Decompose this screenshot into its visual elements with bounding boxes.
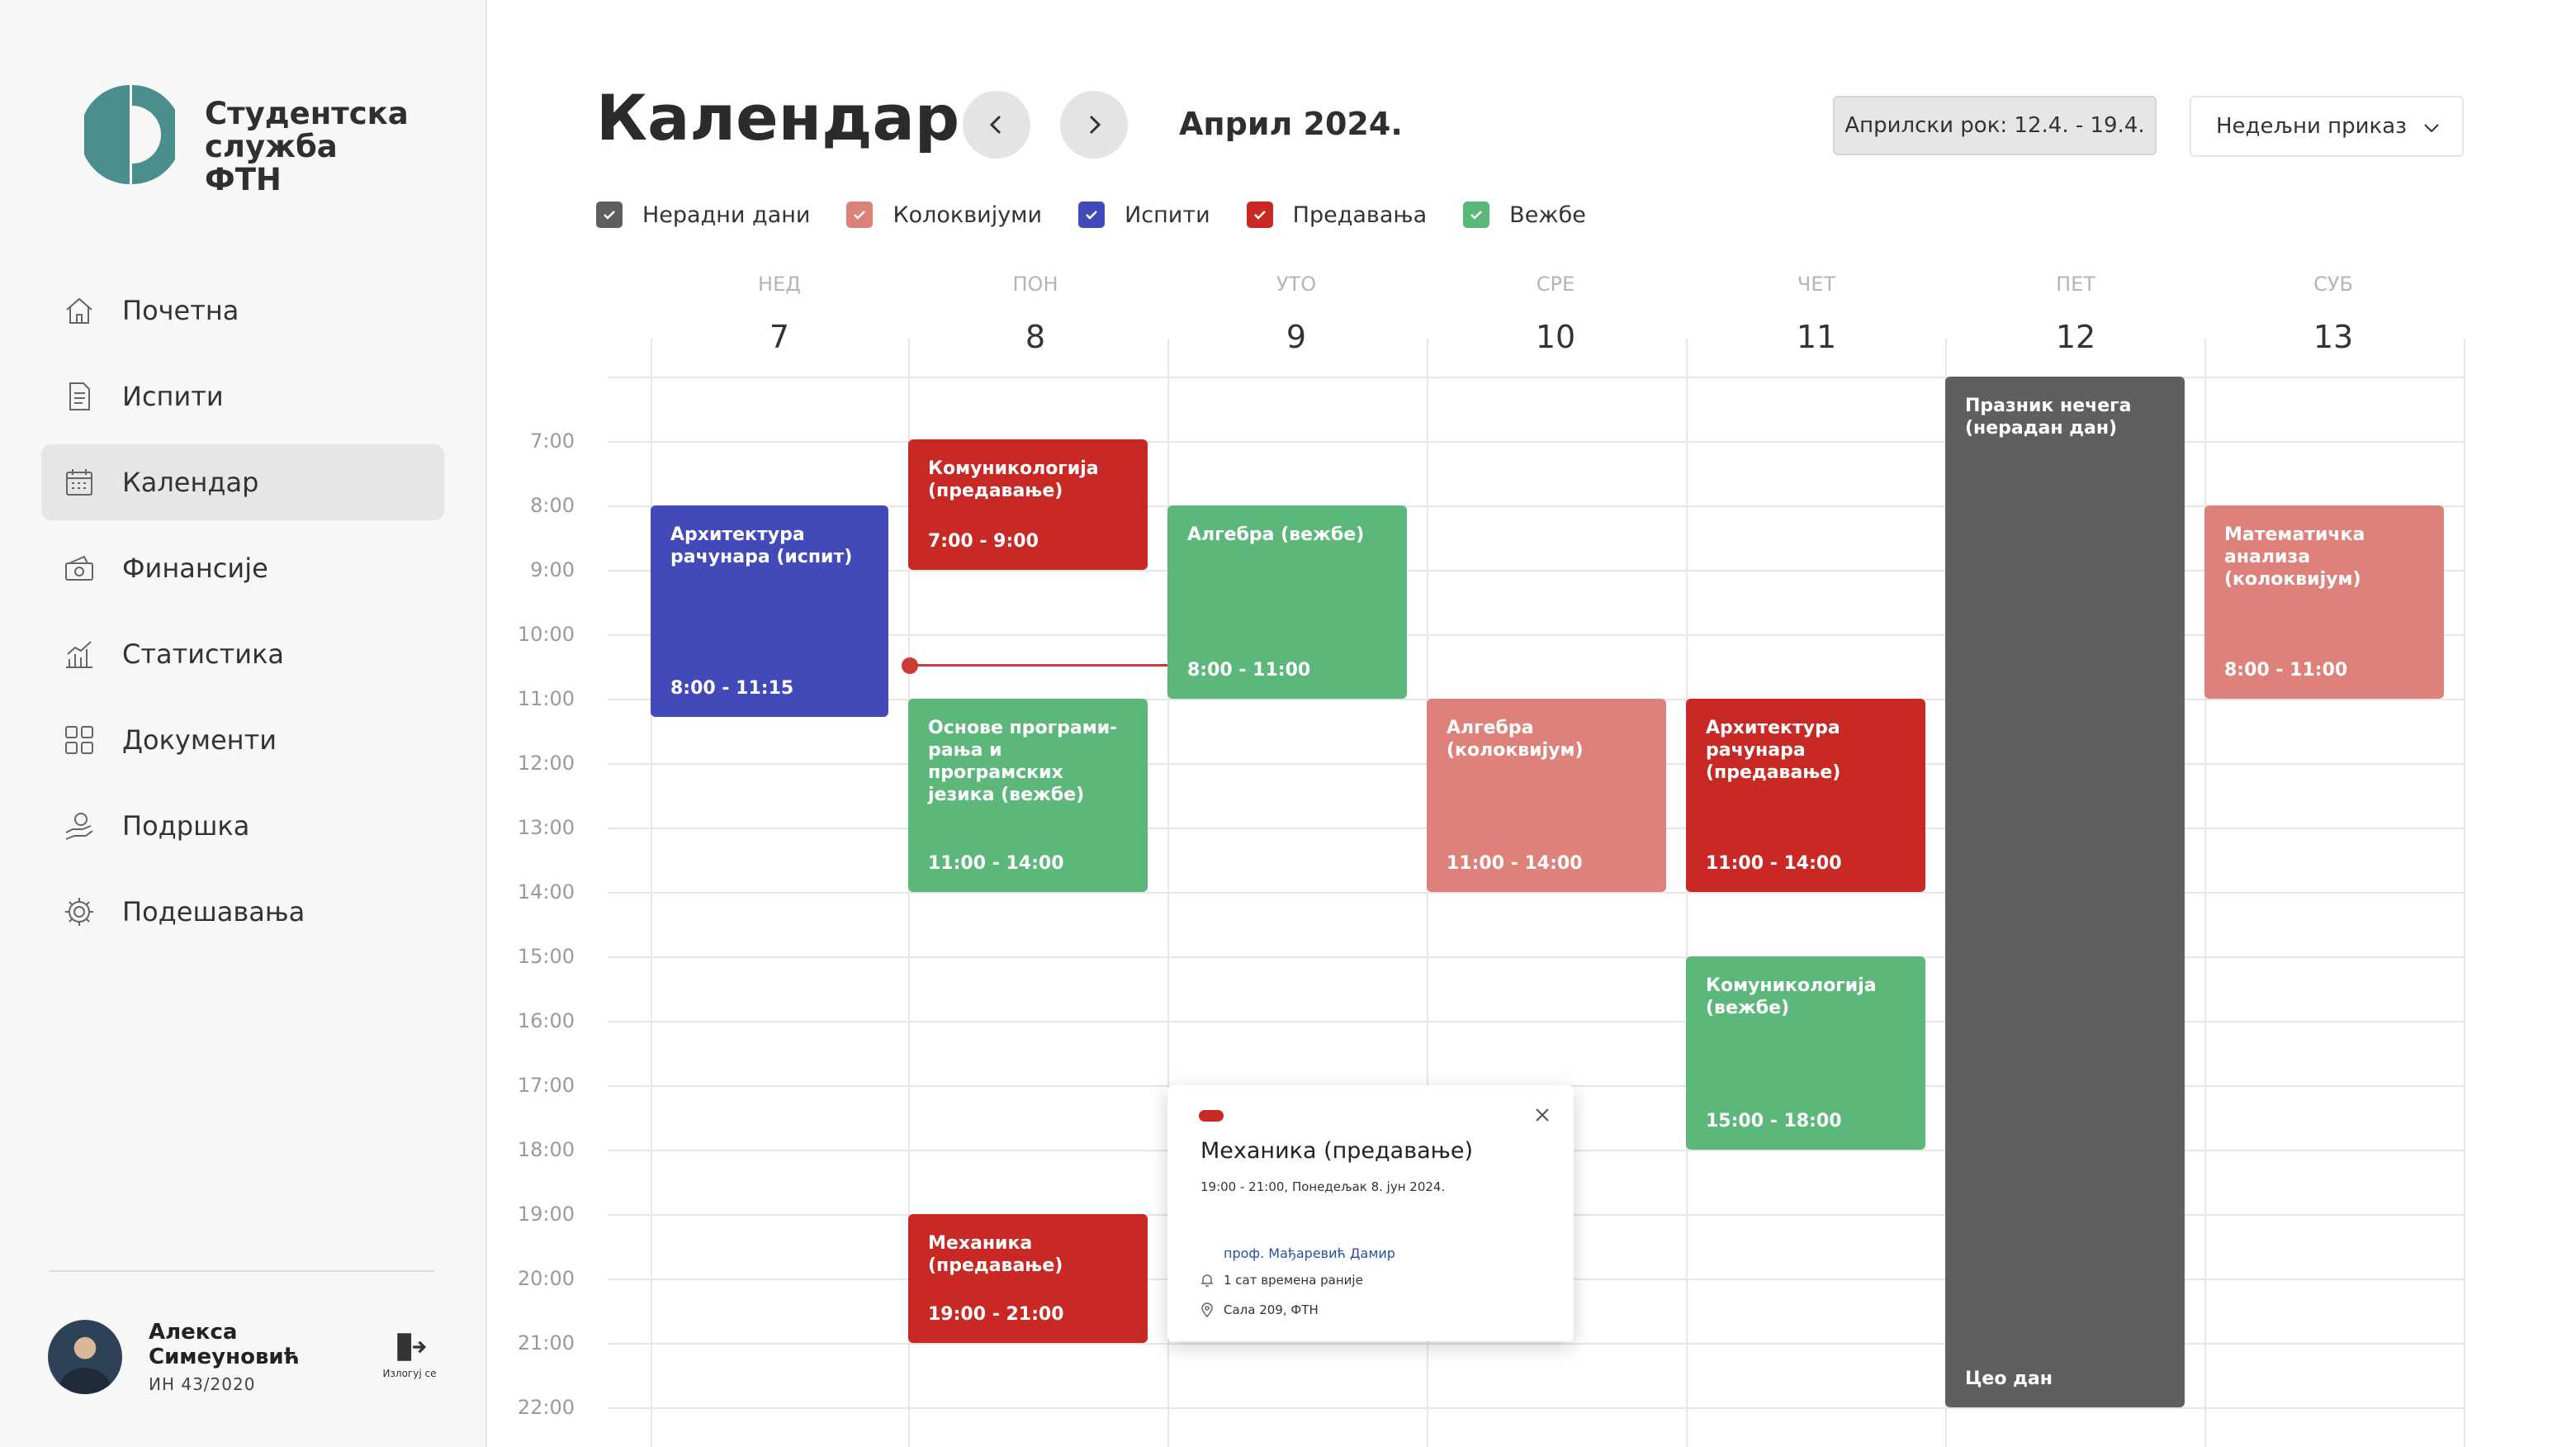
event-time: 7:00 - 9:00 xyxy=(928,531,1039,552)
app-window: Студентска служба ФТН Почетна Испити Кал… xyxy=(0,0,2576,1447)
event-title: Основе програми-рања и програмских језик… xyxy=(928,718,1118,805)
event-time: Цео дан xyxy=(1965,1369,2053,1389)
grid-line xyxy=(2464,339,2465,1447)
event-card[interactable]: Празник нечега (нерадан дан) Цео дан xyxy=(1945,377,2185,1407)
event-time: 19:00 - 21:00 xyxy=(928,1304,1064,1325)
grid-line xyxy=(608,1343,2464,1345)
week-calendar: НЕД 7 ПОН 8 УТО 9 СРЕ 10 ЧЕТ 11 ПЕТ 12 С… xyxy=(0,0,2576,1447)
hour-label: 15:00 xyxy=(517,945,575,968)
event-title: Комуникологија (предавање) xyxy=(928,458,1099,501)
day-number[interactable]: 11 xyxy=(1759,319,1874,355)
day-name: УТО xyxy=(1276,273,1317,296)
event-card[interactable]: Алгебра (колоквијум) 11:00 - 14:00 xyxy=(1427,699,1666,892)
event-title: Механика (предавање) xyxy=(928,1233,1063,1276)
close-icon[interactable] xyxy=(1532,1105,1552,1125)
event-title: Алгебра (вежбе) xyxy=(1187,524,1365,545)
location-pin-icon xyxy=(1201,1302,1213,1318)
event-card[interactable]: Комуникологија (предавање) 7:00 - 9:00 xyxy=(908,439,1148,570)
bell-icon xyxy=(1201,1274,1213,1287)
day-number[interactable]: 8 xyxy=(978,319,1093,355)
popup-professor-link[interactable]: проф. Мађаревић Дамир xyxy=(1224,1245,1395,1261)
day-name: ПЕТ xyxy=(2056,273,2095,296)
event-time: 15:00 - 18:00 xyxy=(1706,1111,1842,1132)
popup-reminder-text: 1 сат времена раније xyxy=(1224,1273,1363,1288)
hour-label: 10:00 xyxy=(517,623,575,646)
event-title: Математичка анализа (колоквијум) xyxy=(2224,524,2365,590)
day-name: ПОН xyxy=(1012,273,1058,296)
grid-line xyxy=(608,1021,2464,1022)
popup-location: Сала 209, ФТН xyxy=(1199,1302,1319,1318)
day-name: СРЕ xyxy=(1536,273,1575,296)
day-number[interactable]: 10 xyxy=(1498,319,1613,355)
hour-label: 21:00 xyxy=(517,1331,575,1354)
event-time: 11:00 - 14:00 xyxy=(928,853,1064,874)
day-number[interactable]: 9 xyxy=(1238,319,1354,355)
event-card[interactable]: Механика (предавање) 19:00 - 21:00 xyxy=(908,1214,1148,1343)
day-number[interactable]: 7 xyxy=(722,319,837,355)
day-number[interactable]: 13 xyxy=(2275,319,2391,355)
grid-line xyxy=(608,377,2464,378)
event-title: Комуникологија (вежбе) xyxy=(1706,975,1877,1018)
event-time: 8:00 - 11:00 xyxy=(2224,660,2348,681)
popup-location-text: Сала 209, ФТН xyxy=(1224,1302,1319,1317)
event-details-popup: Механика (предавање) 19:00 - 21:00, Поне… xyxy=(1167,1085,1574,1341)
hour-label: 16:00 xyxy=(517,1009,575,1032)
grid-line xyxy=(608,956,2464,958)
event-card[interactable]: Архитектура рачунара (испит) 8:00 - 11:1… xyxy=(651,505,888,717)
event-card[interactable]: Основе програми-рања и програмских језик… xyxy=(908,699,1148,892)
hour-label: 12:00 xyxy=(517,752,575,775)
hour-label: 22:00 xyxy=(517,1396,575,1419)
event-card[interactable]: Алгебра (вежбе) 8:00 - 11:00 xyxy=(1167,505,1407,699)
event-card[interactable]: Архитектура рачунара (предавање) 11:00 -… xyxy=(1686,699,1925,892)
day-name: НЕД xyxy=(758,273,801,296)
current-time-dot xyxy=(902,657,918,674)
event-card[interactable]: Математичка анализа (колоквијум) 8:00 - … xyxy=(2204,505,2444,699)
hour-label: 17:00 xyxy=(517,1074,575,1097)
day-name: СУБ xyxy=(2313,273,2353,296)
current-time-line xyxy=(912,664,1169,667)
popup-title: Механика (предавање) xyxy=(1200,1138,1474,1164)
event-color-dot xyxy=(1199,1110,1224,1122)
event-time: 11:00 - 14:00 xyxy=(1706,853,1842,874)
event-title: Архитектура рачунара (предавање) xyxy=(1706,718,1841,783)
hour-label: 9:00 xyxy=(530,558,575,581)
event-time: 8:00 - 11:15 xyxy=(670,678,794,699)
grid-line xyxy=(608,1407,2464,1409)
event-title: Архитектура рачунара (испит) xyxy=(670,524,853,567)
event-time: 11:00 - 14:00 xyxy=(1447,853,1583,874)
hour-label: 19:00 xyxy=(517,1203,575,1226)
day-name: ЧЕТ xyxy=(1797,273,1836,296)
hour-label: 20:00 xyxy=(517,1267,575,1290)
event-card[interactable]: Комуникологија (вежбе) 15:00 - 18:00 xyxy=(1686,956,1925,1150)
hour-label: 18:00 xyxy=(517,1138,575,1161)
hour-label: 13:00 xyxy=(517,816,575,839)
event-title: Алгебра (колоквијум) xyxy=(1447,718,1584,761)
hour-label: 14:00 xyxy=(517,880,575,904)
hour-label: 8:00 xyxy=(530,494,575,517)
grid-line xyxy=(608,892,2464,894)
popup-datetime: 19:00 - 21:00, Понедељак 8. јун 2024. xyxy=(1200,1179,1446,1194)
popup-reminder: 1 сат времена раније xyxy=(1199,1272,1363,1288)
hour-label: 7:00 xyxy=(530,429,575,453)
hour-label: 11:00 xyxy=(517,687,575,710)
event-time: 8:00 - 11:00 xyxy=(1187,660,1311,681)
day-number[interactable]: 12 xyxy=(2018,319,2133,355)
grid-line xyxy=(608,441,2464,443)
event-title: Празник нечега (нерадан дан) xyxy=(1965,396,2132,439)
